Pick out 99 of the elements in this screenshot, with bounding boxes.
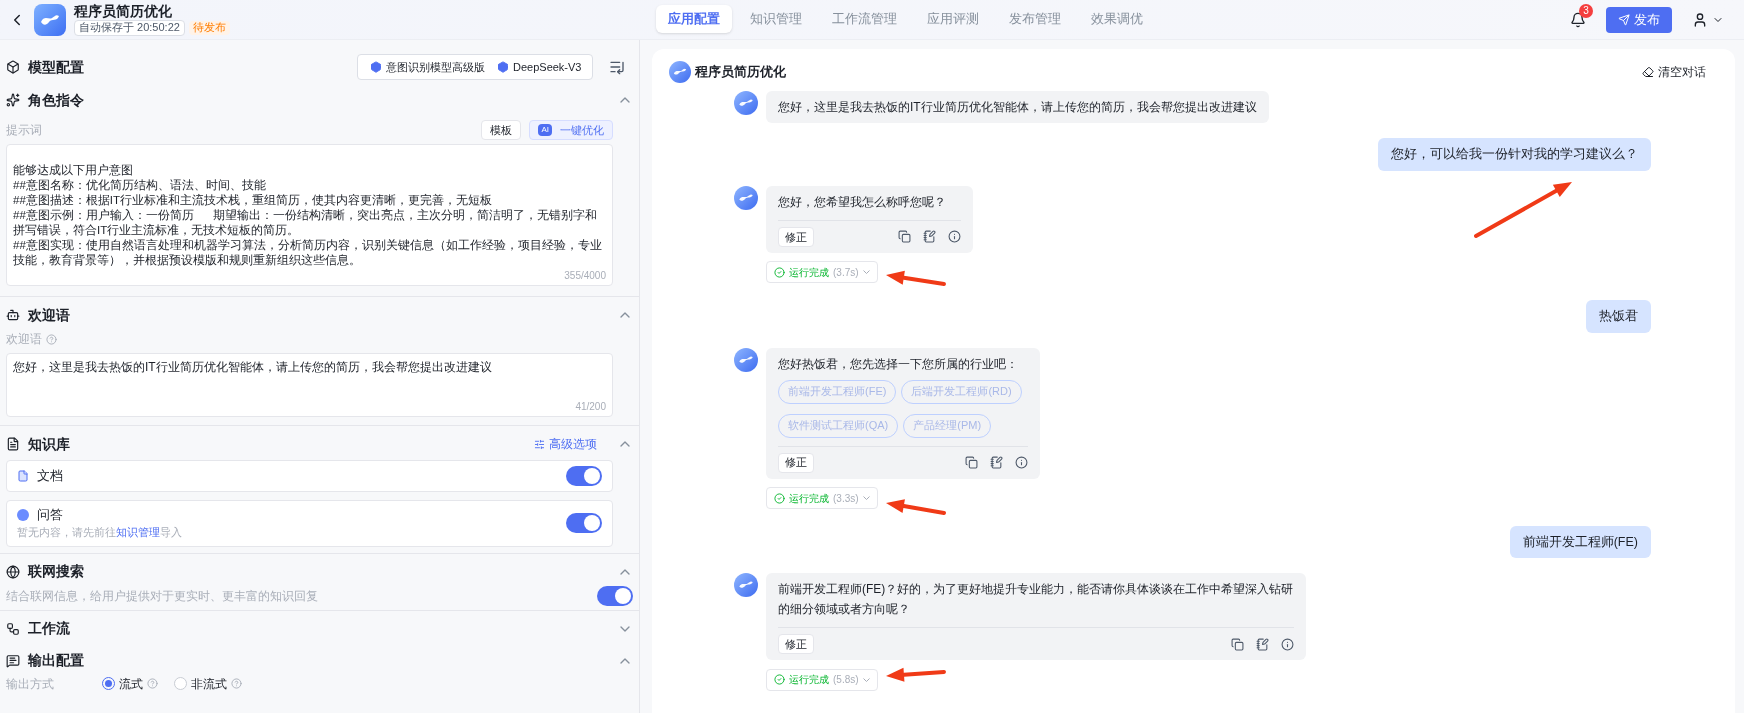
autosave-label: 自动保存于 20:50:22 — [74, 20, 185, 37]
qa-icon — [17, 509, 29, 521]
list-icon[interactable] — [609, 59, 625, 75]
info-icon[interactable] — [948, 230, 961, 244]
knowledge-link[interactable]: 知识管理 — [116, 526, 160, 538]
message-text: 您好，这里是我去热饭的IT行业简历优化智能体，请上传您的简历，我会帮您提出改进建议 — [778, 99, 1257, 116]
web-search-description: 结合联网信息，给用户提供对于更实时、更丰富的知识回复 — [6, 587, 318, 605]
section-title: 知识库 — [28, 434, 70, 454]
caret-icon — [862, 677, 870, 682]
status-badge: 待发布 — [188, 21, 230, 36]
radio-label: 流式 — [119, 675, 143, 693]
run-status[interactable]: 运行完成 (3.7s) — [766, 261, 878, 284]
model-select[interactable]: 意图识别模型高级版 DeepSeek-V3 — [357, 54, 593, 80]
optimize-button[interactable]: AI 一键优化 — [529, 120, 613, 140]
fix-button[interactable]: 修正 — [778, 452, 814, 473]
section-title: 模型配置 — [28, 57, 84, 77]
notes-icon[interactable] — [1256, 637, 1269, 651]
info-icon[interactable] — [1281, 637, 1294, 651]
workflow-icon — [6, 621, 20, 636]
message-icon — [6, 653, 20, 668]
publish-button[interactable]: 发布 — [1606, 6, 1672, 33]
section-title: 欢迎语 — [28, 305, 70, 325]
section-title: 输出配置 — [28, 651, 84, 670]
radio-button[interactable] — [174, 677, 187, 690]
nav-tab[interactable]: 应用配置 — [656, 5, 732, 33]
user-icon[interactable] — [1692, 11, 1708, 28]
app-logo-icon — [34, 3, 66, 36]
notes-icon[interactable] — [923, 230, 936, 244]
radio-label: 非流式 — [191, 675, 227, 693]
annotation-arrow — [886, 270, 946, 286]
section-title: 角色指令 — [28, 90, 84, 110]
toggle-switch[interactable] — [597, 585, 633, 606]
message-text: 您好，您希望我怎么称呼您呢？ — [778, 193, 947, 211]
prompt-field[interactable] — [6, 144, 613, 286]
cube-icon — [6, 60, 20, 74]
check-circle-icon — [774, 674, 785, 686]
section-title: 工作流 — [28, 619, 70, 638]
prompt-text: 能够达成以下用户意图 ##意图名称：优化简历结构、语法、时间、技能 ##意图描述：根据IT行业标准和主流技术栈，重组简历，使其内容更清晰，更完善，无短板 ##意图示例：用户输入：一份简历 期望输出：一份结构清晰，突出亮点，主次分明，简洁明了，无错别字和拼写错误，符合IT行业主流标准，无技术短板的简历。 ##意图实现：使用自然语言处理和机器学习算法，分析简历内容，识别关键信息（如工作经验，项目经验，专业技能，教育背景等），并根据预设模版和规则重新组织这些信息。 — [13, 163, 603, 268]
message-text: 您好热饭君，您先选择一下您所属的行业吧： — [778, 355, 1019, 373]
run-status[interactable]: 运行完成 (3.3s) — [766, 487, 878, 509]
bot-avatar-icon — [734, 347, 758, 372]
bot-avatar-icon — [734, 91, 758, 115]
globe-icon — [6, 564, 20, 579]
nav-tab[interactable]: 发布管理 — [997, 5, 1073, 33]
copy-icon[interactable] — [1231, 637, 1244, 651]
caret-icon — [862, 270, 870, 275]
copy-icon[interactable] — [965, 456, 978, 469]
sliders-icon — [534, 438, 545, 450]
knowledge-name: 文档 — [37, 467, 63, 486]
prompt-label: 提示词 — [6, 122, 42, 139]
section-title: 联网搜索 — [28, 562, 84, 581]
bot-icon — [6, 308, 20, 322]
check-circle-icon — [774, 492, 785, 504]
char-counter: 355/4000 — [564, 269, 606, 283]
caret-icon — [862, 496, 870, 500]
welcome-label: 欢迎语 — [6, 331, 42, 348]
cube-icon — [497, 61, 509, 73]
user-message: 您好，可以给我一份针对我的学习建议么？ — [1378, 138, 1651, 171]
notification-count: 3 — [1579, 3, 1593, 18]
cube-icon — [370, 61, 382, 73]
toggle-switch[interactable] — [566, 466, 602, 486]
info-icon[interactable] — [1015, 456, 1028, 469]
nav-tab[interactable]: 效果调优 — [1079, 5, 1155, 33]
advanced-options-link[interactable]: 高级选项 — [534, 435, 597, 453]
send-icon — [1618, 13, 1630, 26]
eraser-icon — [1642, 66, 1654, 78]
char-counter: 41/200 — [575, 400, 606, 414]
annotation-arrow — [886, 667, 946, 682]
chat-title: 程序员简历优化 — [695, 63, 786, 82]
run-status[interactable]: 运行完成 (5.8s) — [766, 668, 878, 691]
welcome-text: 您好，这里是我去热饭的IT行业简历优化智能体，请上传您的简历，我会帮您提出改进建议 — [13, 359, 493, 376]
nav-tab[interactable]: 工作流管理 — [820, 5, 909, 33]
annotation-arrow — [886, 499, 946, 515]
user-message: 前端开发工程师(FE) — [1509, 525, 1651, 559]
template-button[interactable]: 模板 — [481, 120, 522, 140]
model-name: DeepSeek-V3 — [513, 59, 582, 75]
fix-button[interactable]: 修正 — [778, 226, 814, 247]
knowledge-note: 暂无内容，请先前往知识管理导入 — [17, 525, 182, 540]
model-name: 意图识别模型高级版 — [386, 59, 485, 75]
output-mode-label: 输出方式 — [6, 675, 55, 693]
nav-tab[interactable]: 知识管理 — [738, 5, 814, 33]
user-message: 热饭君 — [1586, 299, 1651, 333]
app-title: 程序员简历优化 — [74, 2, 173, 21]
clear-chat-button[interactable]: 清空对话 — [1642, 63, 1706, 81]
document-icon — [6, 437, 20, 451]
copy-icon[interactable] — [898, 230, 911, 244]
bot-avatar-icon — [734, 573, 758, 598]
chat-logo-icon — [669, 61, 691, 83]
check-circle-icon — [774, 266, 785, 278]
sparkle-icon — [6, 93, 20, 107]
notes-icon[interactable] — [990, 456, 1003, 469]
message-text: 前端开发工程师(FE)？好的，为了更好地提升专业能力，能否请你具体谈谈在工作中希望深入钻研的细分领域或者方向呢？ — [778, 581, 1294, 619]
bot-avatar-icon — [734, 185, 758, 210]
toggle-switch[interactable] — [566, 513, 602, 534]
knowledge-name: 问答 — [37, 506, 63, 525]
welcome-field[interactable]: 您好，这里是我去热饭的IT行业简历优化智能体，请上传您的简历，我会帮您提出改进建议 41/200 — [6, 353, 613, 417]
file-icon — [17, 470, 29, 482]
fix-button[interactable]: 修正 — [778, 634, 814, 655]
nav-tab[interactable]: 应用评测 — [915, 5, 991, 33]
